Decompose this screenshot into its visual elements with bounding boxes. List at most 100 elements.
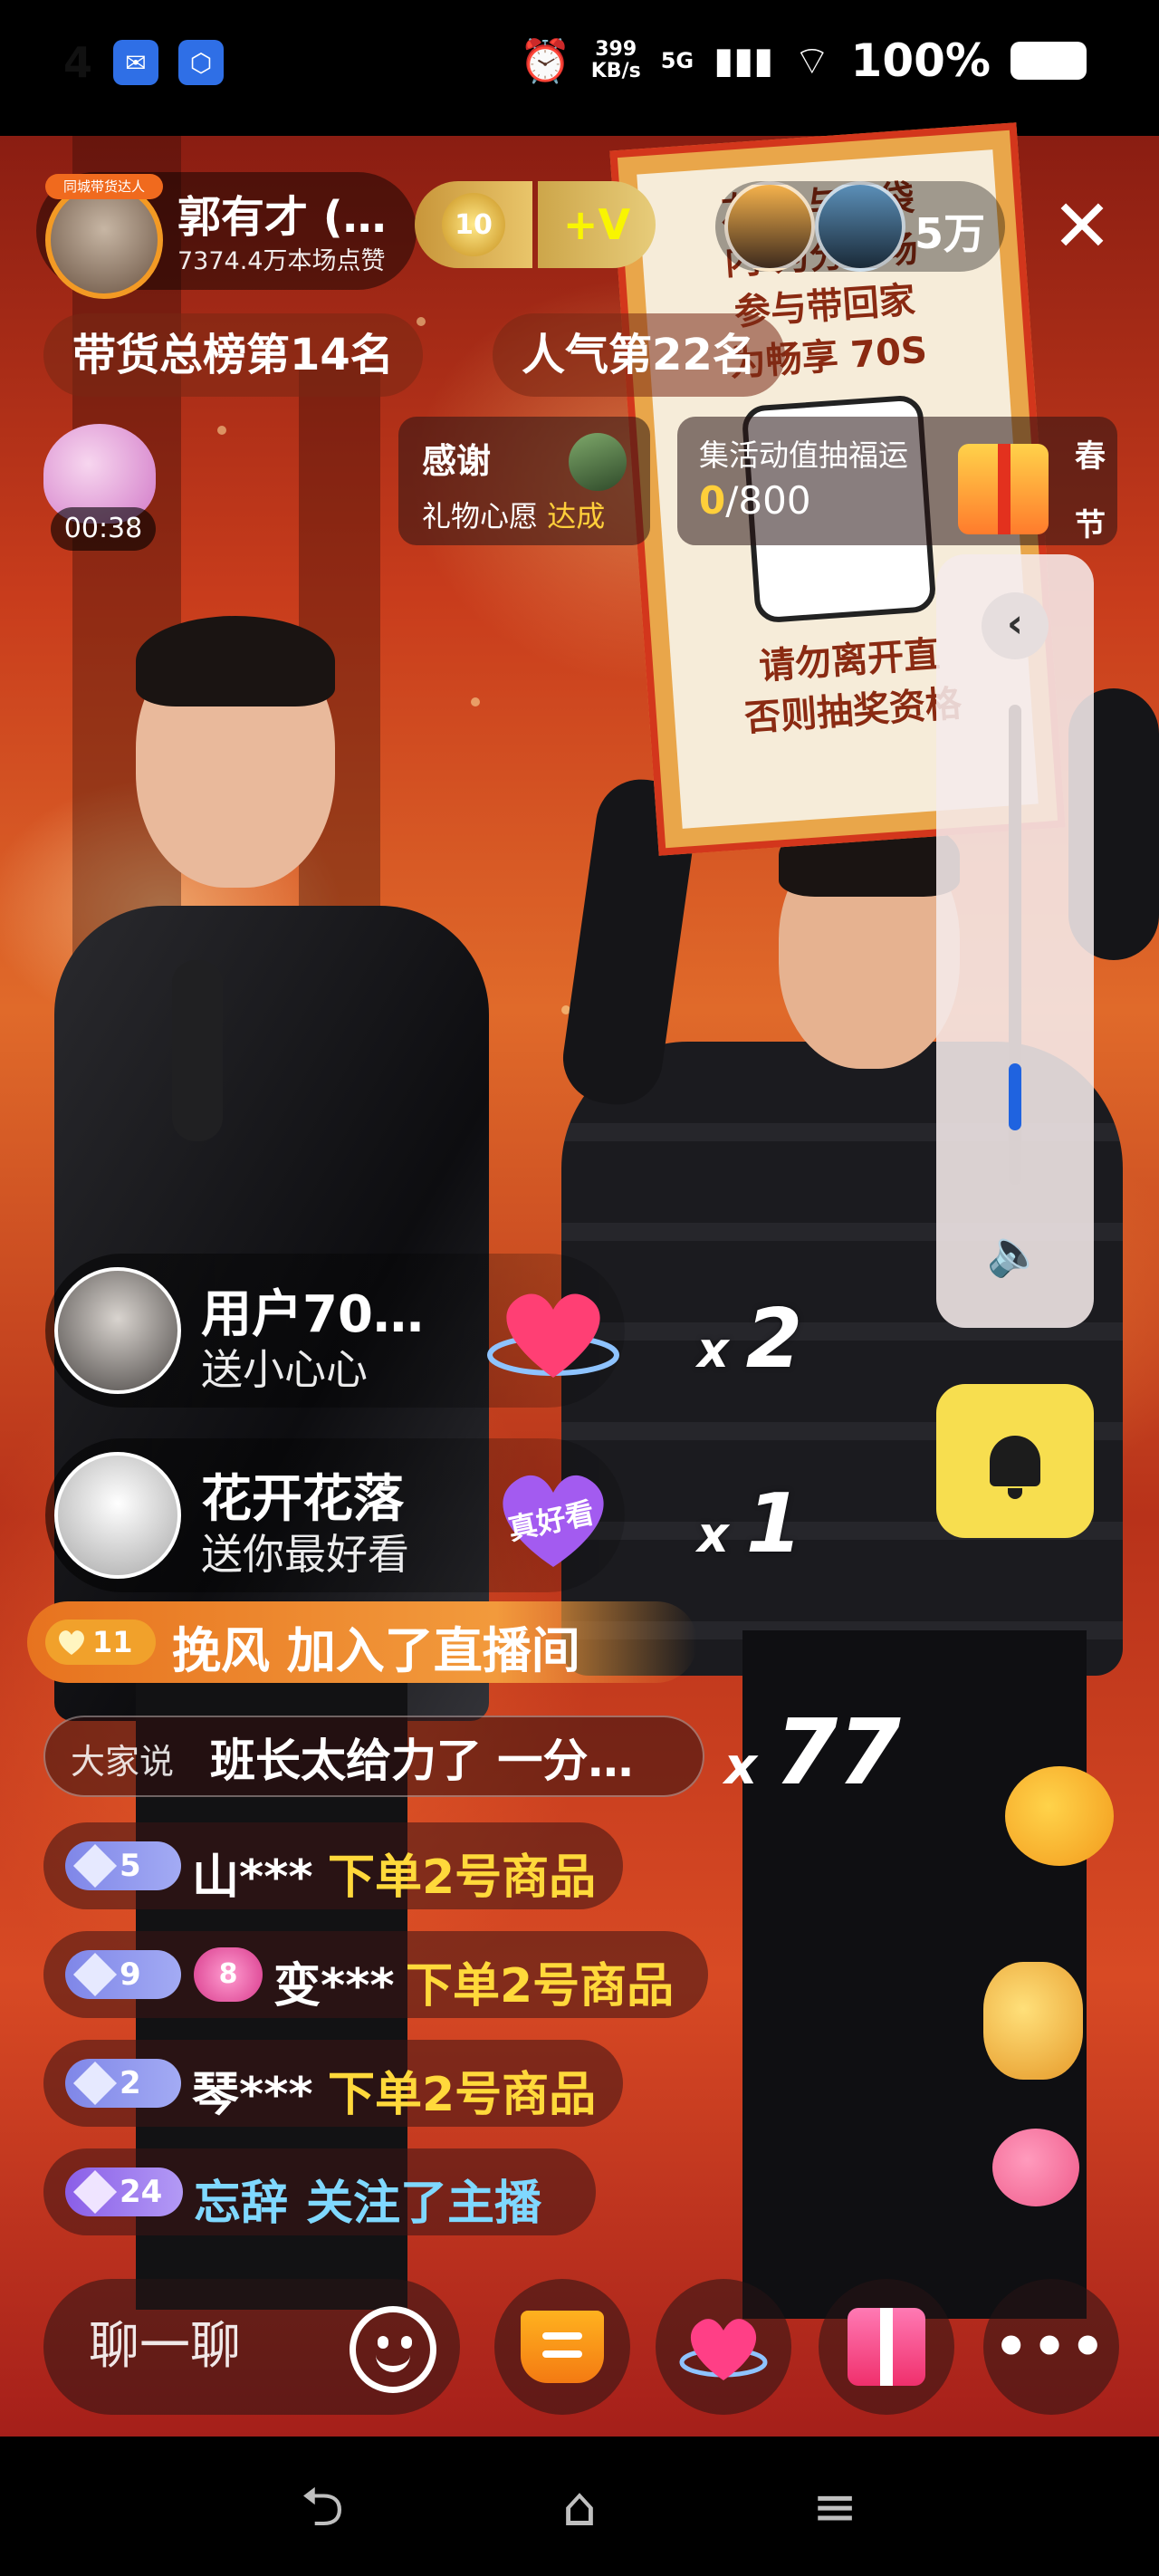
like-button[interactable] (656, 2279, 791, 2415)
host-name[interactable]: 郭有才 (… (177, 181, 413, 245)
fan-club-badge[interactable]: 10 (415, 181, 532, 268)
alarm-icon: ⏰ (519, 35, 571, 85)
gift-sender-name: 花开花落 (201, 1470, 404, 1529)
order-text: 下单2号商品 (328, 1850, 597, 1905)
fan-level-coin: 10 (442, 193, 505, 256)
popularity-rank-pill[interactable]: 人气第22名 (493, 313, 785, 397)
speaker-icon[interactable]: 🔈 (983, 1226, 1047, 1281)
microphone (172, 960, 223, 1141)
gift-wish-label: 礼物心愿 (422, 499, 539, 533)
battery-percent: 100% (850, 34, 991, 87)
join-level: 11 (92, 1625, 133, 1659)
gift-sender-name: 用户70… (201, 1285, 424, 1344)
follow-text: 关注了主播 (306, 2177, 542, 2231)
user-level-badge: 9 (65, 1950, 181, 1999)
festival-label-2: 节 (1075, 507, 1106, 543)
order-user: 山*** (192, 1850, 313, 1905)
gift-icon (848, 2308, 925, 2386)
host-likes: 7374.4万本场点赞 (177, 247, 386, 275)
gift-count-value: 1 (745, 1476, 803, 1572)
viewer-avatar[interactable] (815, 181, 905, 272)
shield-app-icon: ⬡ (178, 40, 225, 85)
user-level-badge: 24 (65, 2167, 183, 2216)
combo-count-value: 77 (774, 1699, 901, 1805)
shopping-cart-icon (521, 2311, 604, 2383)
gift-action: 送小心心 (201, 1345, 368, 1394)
user-level-badge: 5 (65, 1841, 181, 1890)
heart-icon (679, 2319, 768, 2380)
fan-level-badge: 8 (194, 1947, 263, 2002)
heart-icon (59, 1630, 84, 1655)
join-text: 挽风 加入了直播间 (172, 1622, 580, 1679)
combo-tag: 大家说 (71, 1742, 175, 1782)
mail-app-icon: ✉ (113, 40, 159, 85)
order-text: 下单2号商品 (328, 2068, 597, 2122)
viewer-avatar[interactable] (724, 181, 815, 272)
volume-slider-fill (1009, 1063, 1021, 1130)
gift-wish-subtitle: 礼物心愿 达成 (422, 494, 605, 535)
order-user: 变*** (273, 1959, 395, 2014)
combo-count: x 77 (724, 1699, 901, 1805)
heart-gift-icon: 真好看 (485, 1458, 621, 1576)
gift-message[interactable]: 用户70… 送小心心 x 2 (45, 1254, 802, 1408)
festival-label: 春 节 (1065, 422, 1116, 560)
close-button[interactable]: ✕ (1041, 181, 1123, 272)
activity-progress-current: 0 (699, 478, 726, 523)
status-bar: 4 ✉ ⬡ ⏰ 399 KB/s 5G ▮▮▮ ⌔ 100% (0, 0, 1159, 136)
net-speed-unit: KB/s (590, 60, 641, 82)
order-user: 琴*** (192, 2068, 313, 2122)
join-level-badge: 11 (45, 1620, 156, 1665)
heart-gift-icon (485, 1274, 621, 1391)
order-text: 下单2号商品 (406, 1959, 675, 2014)
activity-collect-progress: 0/800 (699, 478, 811, 523)
gift-wish-title: 感谢 (422, 441, 492, 481)
host-performer-hair (136, 616, 335, 706)
host-avatar-tag: 同城带货达人 (45, 174, 163, 199)
home-icon[interactable]: ⌂ (543, 2473, 616, 2542)
user-level: 9 (120, 1956, 141, 1993)
thumbs-reaction-icon (1005, 1766, 1114, 1866)
back-icon[interactable]: ⮌ (286, 2473, 359, 2542)
user-level-badge: 2 (65, 2059, 181, 2108)
hand-reaction-icon (983, 1962, 1083, 2080)
signal-type: 5G (660, 48, 694, 73)
more-button[interactable]: ••• (983, 2279, 1119, 2415)
subscribe-bell-button[interactable] (936, 1384, 1094, 1538)
festival-label-1: 春 (1075, 438, 1106, 475)
gift-sender-avatar[interactable] (54, 1267, 181, 1394)
net-speed-value: 399 (595, 38, 637, 61)
gift-message[interactable]: 花开花落 送你最好看 真好看 x 1 (45, 1438, 802, 1592)
gift-action: 送你最好看 (201, 1530, 409, 1579)
shopping-cart-button[interactable] (494, 2279, 630, 2415)
more-dots-icon: ••• (993, 2315, 1109, 2379)
diamond-icon (72, 1952, 118, 1997)
emoji-icon[interactable] (350, 2306, 436, 2393)
diamond-icon (72, 1843, 118, 1889)
user-level: 24 (120, 2174, 163, 2210)
lucky-bag-timer: 00:38 (51, 507, 156, 551)
gift-count-value: 2 (745, 1292, 803, 1387)
gift-wish-avatar (569, 433, 627, 491)
activity-progress-total: /800 (725, 478, 811, 523)
viewer-count[interactable]: 5万 (915, 201, 985, 261)
combo-text: 班长太给力了 一分… (210, 1735, 634, 1787)
follow-user: 忘辞 (194, 2177, 289, 2231)
gift-sender-avatar[interactable] (54, 1452, 181, 1579)
activity-collect-title: 集活动值抽福运 (699, 437, 908, 473)
battery-icon (1011, 42, 1087, 80)
gift-box-icon (958, 444, 1049, 534)
gift-count: x 1 (697, 1476, 803, 1572)
gift-count: x 2 (697, 1292, 803, 1387)
gift-button[interactable] (819, 2279, 954, 2415)
vip-badge[interactable]: +V (538, 181, 656, 268)
user-level: 5 (120, 1848, 141, 1884)
menu-icon[interactable]: ≡ (799, 2473, 871, 2542)
bell-icon (990, 1436, 1040, 1499)
gift-wish-status: 达成 (547, 499, 606, 533)
sales-rank-pill[interactable]: 带货总榜第14名 (43, 313, 423, 397)
chevron-left-icon[interactable]: ‹ (982, 592, 1049, 659)
diamond-icon (72, 2061, 118, 2106)
wifi-icon: ⌔ (793, 37, 831, 84)
signal-bars-icon: ▮▮▮ (714, 40, 774, 82)
heart-reaction-icon (992, 2129, 1079, 2206)
